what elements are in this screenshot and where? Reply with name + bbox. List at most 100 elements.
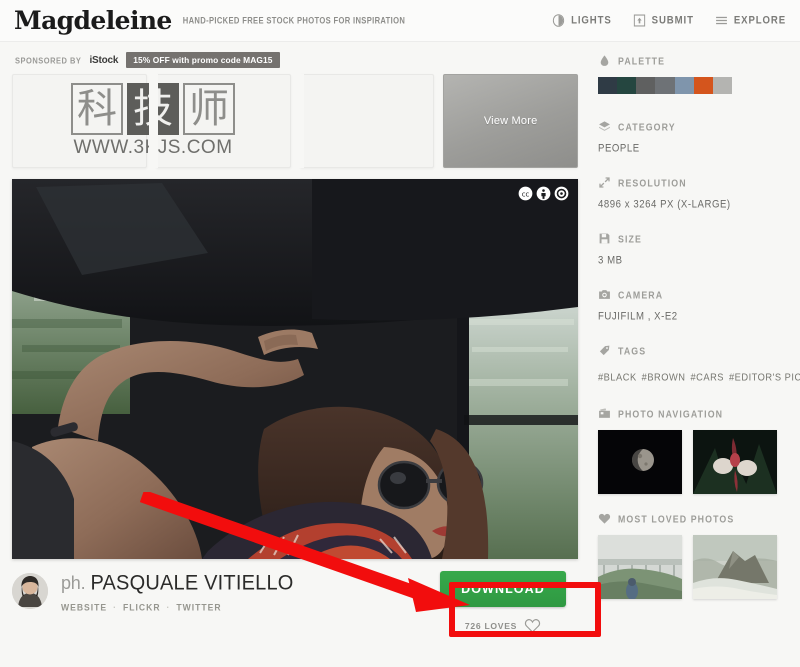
sponsored-by-label: SPONSORED BY: [15, 54, 82, 66]
palette-swatch-6[interactable]: [693, 77, 713, 94]
ad-slot-3[interactable]: [299, 74, 435, 168]
license-badges[interactable]: cc: [518, 186, 569, 201]
dark-flowers-thumbnail: [693, 430, 777, 494]
loves-counter: 726 LOVES: [465, 618, 541, 633]
main-column: SPONSORED BY iStock 15% OFF with promo c…: [0, 42, 588, 667]
tag-item[interactable]: #BROWN: [642, 372, 686, 383]
floppy-icon: [599, 233, 610, 244]
thumb-moon[interactable]: [598, 430, 682, 494]
camera-value: FUJIFILM , X-E2: [598, 310, 678, 323]
misty-bridge-thumbnail: [598, 535, 682, 599]
photo-navigation-title: PHOTO NAVIGATION: [618, 407, 724, 420]
film-icon: [599, 408, 610, 418]
link-flickr[interactable]: FLICKR: [123, 602, 161, 613]
sidebar-section-resolution: RESOLUTION 4896 x 3264 PX (X-LARGE): [598, 176, 788, 211]
loves-count-label: 726 LOVES: [464, 620, 518, 631]
sidebar-section-tags: TAGS #BLACK#BROWN#CARS#EDITOR'S PICK#GIR…: [598, 344, 800, 388]
most-loved-thumbs: [598, 535, 788, 599]
site-logo[interactable]: Magdeleine: [14, 8, 172, 33]
photo-navigation-thumbs: [598, 430, 788, 494]
download-zone: DOWNLOAD 726 LOVES: [440, 571, 578, 633]
camera-icon: [599, 290, 610, 299]
cc-icon: cc: [518, 186, 533, 201]
category-value[interactable]: PEOPLE: [598, 142, 788, 154]
site-tagline: HAND-PICKED FREE STOCK PHOTOS FOR INSPIR…: [182, 15, 406, 26]
cc-by-icon: [536, 186, 551, 201]
link-separator-1: ·: [113, 601, 118, 613]
nav-label-submit: SUBMIT: [651, 14, 694, 27]
droplet-icon: [600, 55, 609, 66]
cc-zero-icon: [554, 186, 569, 201]
menu-icon: [715, 16, 727, 25]
palette-title: PALETTE: [618, 54, 666, 67]
stack-icon: [599, 121, 610, 131]
nav-label-explore: EXPLORE: [733, 14, 786, 27]
photographer-name[interactable]: PASQUALE VITIELLO: [90, 571, 293, 596]
site-header: Magdeleine HAND-PICKED FREE STOCK PHOTOS…: [0, 0, 800, 42]
lights-icon: [552, 14, 565, 27]
link-twitter[interactable]: TWITTER: [176, 602, 221, 613]
photo-credit-row: ph. PASQUALE VITIELLO WEBSITE · FLICKR ·…: [12, 571, 578, 633]
nav-label-lights: LIGHTS: [571, 14, 612, 27]
thumb-mountain-cliff[interactable]: [693, 535, 777, 599]
sidebar-section-palette: PALETTE: [598, 54, 788, 94]
photographer-links: WEBSITE · FLICKR · TWITTER: [61, 602, 294, 613]
watermark-gap-2: [295, 74, 304, 168]
ad-slot-2[interactable]: [155, 74, 291, 168]
palette-swatch-3[interactable]: [636, 77, 656, 94]
page-body: SPONSORED BY iStock 15% OFF with promo c…: [0, 42, 800, 667]
palette-swatch-7[interactable]: [712, 77, 732, 94]
heart-icon: [598, 513, 611, 524]
sidebar-section-category: CATEGORY PEOPLE: [598, 120, 788, 155]
sidebar-section-camera: CAMERA FUJIFILM , X-E2: [598, 288, 788, 323]
palette-swatch-2[interactable]: [617, 77, 637, 94]
tag-item[interactable]: #BLACK: [598, 372, 637, 383]
resolution-value: 4896 x 3264 PX (X-LARGE): [598, 198, 731, 211]
link-separator-2: ·: [166, 601, 171, 613]
nav-item-explore[interactable]: EXPLORE: [715, 13, 786, 28]
sponsor-bar: SPONSORED BY iStock 15% OFF with promo c…: [12, 52, 578, 68]
download-button[interactable]: DOWNLOAD: [440, 571, 566, 607]
promo-badge[interactable]: 15% OFF with promo code MAG15: [126, 52, 280, 68]
watermark-gap-1: [149, 74, 158, 168]
avatar[interactable]: [12, 573, 48, 609]
tags-title: TAGS: [618, 344, 647, 357]
upload-icon: [633, 14, 645, 27]
sidebar-section-photo-navigation: PHOTO NAVIGATION: [598, 407, 788, 494]
moon-thumbnail: [598, 430, 682, 494]
svg-text:cc: cc: [522, 190, 530, 198]
ad-slot-1[interactable]: [12, 74, 147, 168]
tag-item[interactable]: #CARS: [690, 372, 724, 383]
nav-item-lights[interactable]: LIGHTS: [552, 13, 612, 28]
tag-item[interactable]: #EDITOR'S PICK: [729, 372, 800, 383]
sponsor-brand[interactable]: iStock: [89, 55, 118, 66]
most-loved-title: MOST LOVED PHOTOS: [618, 512, 735, 525]
link-website[interactable]: WEBSITE: [61, 602, 107, 613]
color-palette: [598, 77, 732, 94]
palette-swatch-5[interactable]: [674, 77, 694, 94]
photo-credit: ph. PASQUALE VITIELLO WEBSITE · FLICKR ·…: [61, 571, 294, 612]
hero-photo[interactable]: cc: [12, 179, 578, 559]
sidebar: PALETTE CATEGORY PEOPLE RESOLUTION 4896 …: [588, 42, 800, 667]
view-more-label: View More: [483, 115, 538, 127]
resolution-title: RESOLUTION: [618, 176, 687, 189]
sidebar-section-size: SIZE 3 MB: [598, 232, 788, 267]
category-title: CATEGORY: [618, 120, 676, 133]
avatar-image: [12, 573, 48, 609]
expand-icon: [599, 177, 610, 188]
tag-icon: [599, 345, 610, 356]
ad-view-more[interactable]: View More: [443, 74, 578, 168]
tag-list: #BLACK#BROWN#CARS#EDITOR'S PICK#GIRLS#GR…: [598, 366, 800, 388]
sidebar-section-most-loved: MOST LOVED PHOTOS: [598, 512, 788, 599]
main-navigation: LIGHTS SUBMIT EXPLORE: [552, 14, 786, 27]
size-title: SIZE: [618, 232, 642, 245]
sponsored-ad-row: View More 科 技 师 WWW.3KJS.COM: [12, 74, 578, 168]
heart-icon[interactable]: [524, 618, 541, 633]
camera-title: CAMERA: [618, 288, 664, 301]
nav-item-submit[interactable]: SUBMIT: [633, 13, 694, 28]
palette-swatch-4[interactable]: [655, 77, 675, 94]
thumb-misty-bridge[interactable]: [598, 535, 682, 599]
photographer-prefix: ph.: [61, 573, 86, 593]
palette-swatch-1[interactable]: [598, 77, 618, 94]
thumb-dark-flowers[interactable]: [693, 430, 777, 494]
